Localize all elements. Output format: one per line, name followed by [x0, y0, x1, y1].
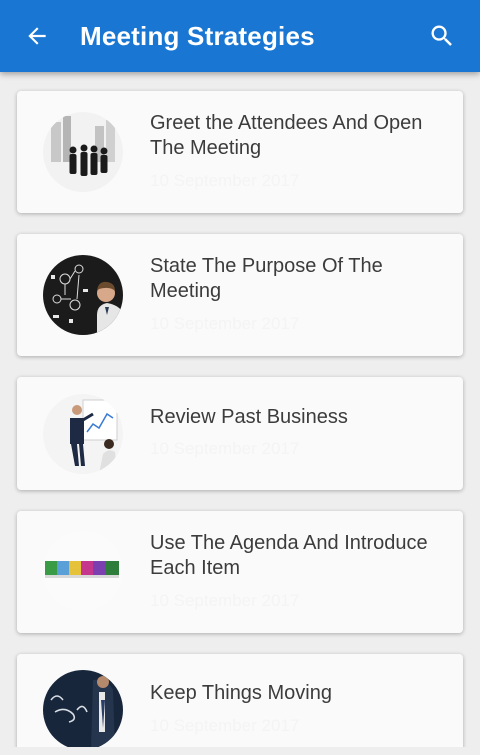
- article-date: 10 September 2017: [150, 314, 300, 333]
- ideas-businessman-image: [43, 255, 123, 335]
- page-title: Meeting Strategies: [80, 21, 315, 51]
- article-title: Review Past Business: [150, 406, 348, 428]
- arrow-back-icon: [28, 27, 46, 45]
- article-title: Use The Agenda And Introduce Each Item: [150, 532, 428, 579]
- article-title: State The Purpose Of The Meeting: [150, 255, 383, 302]
- article-date: 10 September 2017: [150, 439, 300, 458]
- article-date: 10 September 2017: [150, 171, 300, 190]
- article-card[interactable]: State The Purpose Of The Meeting 10 Sept…: [17, 234, 463, 356]
- article-date: 10 September 2017: [150, 591, 300, 610]
- article-title: Greet the Attendees And Open The Meeting: [150, 112, 423, 159]
- article-card[interactable]: Keep Things Moving 10 September 2017: [17, 654, 463, 755]
- article-title: Keep Things Moving: [150, 682, 332, 704]
- article-card[interactable]: Review Past Business 10 September 2017: [17, 377, 463, 490]
- business-silhouettes-image: [43, 112, 123, 192]
- presentation-whiteboard-image: [43, 394, 123, 474]
- list-bottom-edge: [0, 747, 480, 755]
- back-button[interactable]: [18, 17, 56, 55]
- article-list[interactable]: Greet the Attendees And Open The Meeting…: [0, 72, 480, 755]
- article-date: 10 September 2017: [150, 716, 300, 735]
- search-button[interactable]: [422, 17, 462, 55]
- colorful-blocks-image: [43, 531, 123, 611]
- english-chalkboard-image: [43, 670, 123, 750]
- article-card[interactable]: Use The Agenda And Introduce Each Item 1…: [17, 511, 463, 633]
- search-icon: [431, 25, 452, 46]
- article-card[interactable]: Greet the Attendees And Open The Meeting…: [17, 91, 463, 213]
- app-bar: Meeting Strategies: [0, 0, 480, 72]
